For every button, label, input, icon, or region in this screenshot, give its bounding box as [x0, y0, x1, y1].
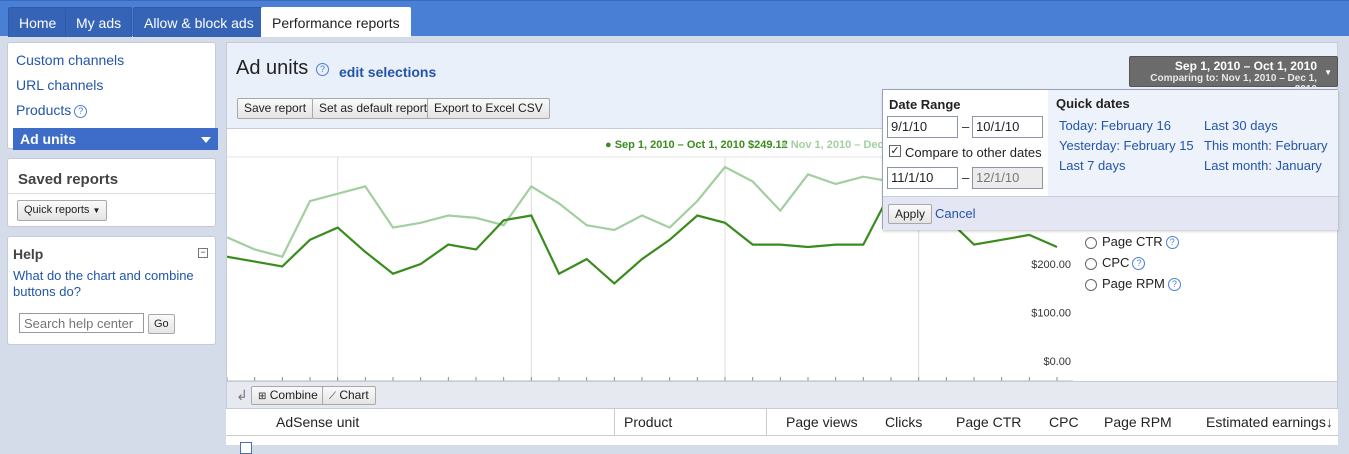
help-icon[interactable]: ?: [1132, 257, 1146, 271]
saved-reports-title: Saved reports: [18, 171, 119, 188]
tab-allow-block-ads[interactable]: Allow & block ads: [133, 7, 265, 37]
quick-dates-section: Quick dates Today: February 16 Yesterday…: [1048, 90, 1338, 196]
save-report-button[interactable]: Save report: [237, 98, 314, 119]
combine-label: Combine: [269, 388, 318, 402]
metric-page-rpm[interactable]: Page RPM?: [1085, 276, 1181, 292]
set-default-report-button[interactable]: Set as default report: [312, 98, 435, 119]
radio-button[interactable]: [1085, 257, 1097, 270]
tab-my-ads[interactable]: My ads: [65, 7, 133, 37]
legend-item-primary: ● Sep 1, 2010 – Oct 1, 2010 $249.12: [605, 139, 788, 151]
help-icon[interactable]: ?: [1167, 278, 1181, 292]
date-range-main: Sep 1, 2010 – Oct 1, 2010: [1174, 59, 1317, 73]
date-dash: –: [962, 119, 970, 134]
date-range-section: Date Range 9/1/10 – 10/1/10 ✓ Compare to…: [883, 90, 1048, 196]
help-icon[interactable]: ?: [1165, 236, 1179, 250]
chart-label: Chart: [339, 388, 369, 402]
column-header-page-ctr[interactable]: Page CTR: [956, 414, 1021, 430]
date-dash: –: [962, 170, 970, 185]
end-date-input[interactable]: 10/1/10: [972, 116, 1043, 138]
combine-icon: ⊞: [258, 391, 267, 402]
chevron-down-icon: [201, 137, 211, 143]
date-range-selector[interactable]: Sep 1, 2010 – Oct 1, 2010 Comparing to: …: [1129, 56, 1338, 95]
sidebar-item-url-channels[interactable]: URL channels: [16, 77, 103, 93]
column-header-page-views[interactable]: Page views: [786, 414, 858, 430]
compare-checkbox[interactable]: ✓: [889, 145, 901, 157]
quick-date-last-month[interactable]: Last month: January: [1204, 158, 1322, 173]
help-link[interactable]: What do the chart and combine buttons do…: [13, 268, 208, 300]
sidebar-item-label: Ad units: [20, 131, 76, 147]
edit-selections-link[interactable]: edit selections: [339, 64, 436, 80]
sidebar-item-label: Products: [16, 102, 72, 118]
quick-date-this-month[interactable]: This month: February: [1204, 138, 1328, 153]
start-date-input[interactable]: 9/1/10: [887, 116, 958, 138]
divider: [614, 409, 615, 436]
compare-label: Compare to other dates: [905, 145, 1042, 160]
chart-button[interactable]: ⟋ Chart: [322, 386, 376, 405]
column-header-label: Estimated earnings: [1206, 414, 1326, 430]
combine-button[interactable]: ⊞ Combine: [251, 386, 325, 405]
quick-date-yesterday[interactable]: Yesterday: February 15: [1059, 138, 1194, 153]
date-range-title: Date Range: [889, 97, 961, 112]
sidebar-item-products[interactable]: Products?: [16, 102, 88, 118]
radio-button[interactable]: [1085, 278, 1097, 291]
metric-selector: Page CTR? CPC? Page RPM?: [1073, 229, 1337, 381]
compare-start-input[interactable]: 11/1/10: [887, 167, 958, 189]
quick-date-last-7-days[interactable]: Last 7 days: [1059, 158, 1126, 173]
table-toolbar: ↲ ⊞ Combine ⟋ Chart: [227, 381, 1337, 409]
column-header-adsense-unit[interactable]: AdSense unit: [276, 414, 359, 430]
help-icon[interactable]: ?: [74, 104, 88, 118]
quick-dates-title: Quick dates: [1056, 96, 1130, 111]
quick-reports-dropdown[interactable]: Quick reports ▼: [17, 200, 108, 221]
metric-page-ctr[interactable]: Page CTR?: [1085, 234, 1179, 250]
collapse-arrow-icon[interactable]: ↲: [236, 387, 248, 404]
column-header-estimated-earnings[interactable]: Estimated earnings↓: [1206, 414, 1333, 430]
quick-date-last-30-days[interactable]: Last 30 days: [1204, 118, 1278, 133]
row-checkbox[interactable]: [240, 442, 252, 454]
help-search-input[interactable]: [19, 313, 144, 333]
radio-button[interactable]: [1085, 236, 1097, 249]
metric-label: Page CTR: [1102, 234, 1163, 249]
divider: [8, 193, 215, 194]
y-tick-label: $100.00: [1031, 308, 1071, 320]
legend-item-compare: ● Nov 1, 2010 – Dec: [781, 139, 884, 151]
table-header-row: AdSense unit Product Page views Clicks P…: [226, 409, 1338, 436]
cancel-link[interactable]: Cancel: [935, 206, 975, 221]
chevron-down-icon: ▼: [1324, 68, 1332, 77]
help-go-button[interactable]: Go: [148, 314, 175, 334]
quick-reports-label: Quick reports: [24, 204, 90, 216]
metric-cpc[interactable]: CPC?: [1085, 255, 1146, 271]
chevron-down-icon: ▼: [92, 206, 101, 215]
column-header-page-rpm[interactable]: Page RPM: [1104, 414, 1172, 430]
saved-reports-panel: Saved reports Quick reports ▼: [7, 158, 216, 227]
tab-performance-reports[interactable]: Performance reports: [261, 7, 411, 37]
column-header-clicks[interactable]: Clicks: [885, 414, 922, 430]
collapse-icon[interactable]: −: [198, 248, 208, 258]
sidebar-item-ad-units[interactable]: Ad units: [13, 128, 218, 150]
help-title: Help: [13, 246, 44, 262]
report-table: AdSense unit Product Page views Clicks P…: [226, 408, 1338, 454]
y-tick-label: $200.00: [1031, 259, 1071, 271]
metric-label: Page RPM: [1102, 276, 1165, 291]
y-tick-label: $0.00: [1043, 356, 1071, 368]
column-header-product[interactable]: Product: [624, 414, 672, 430]
quick-date-today[interactable]: Today: February 16: [1059, 118, 1171, 133]
date-popup-footer: Apply Cancel: [883, 196, 1338, 230]
divider: [766, 409, 767, 436]
sidebar-nav-panel: Custom channels URL channels Products? A…: [7, 42, 218, 150]
page-title: Ad units: [236, 57, 309, 79]
apply-button[interactable]: Apply: [888, 204, 933, 224]
help-panel: Help − What do the chart and combine but…: [7, 236, 216, 345]
line-chart-icon: ⟋: [329, 391, 336, 402]
sort-arrow-icon: ↓: [1325, 414, 1333, 430]
metric-label: CPC: [1102, 255, 1130, 270]
tab-home[interactable]: Home: [8, 7, 68, 37]
date-range-popup: Date Range 9/1/10 – 10/1/10 ✓ Compare to…: [882, 89, 1338, 230]
column-header-cpc[interactable]: CPC: [1049, 414, 1079, 430]
compare-end-input[interactable]: 12/1/10: [972, 167, 1043, 189]
help-icon[interactable]: ?: [316, 63, 329, 76]
top-nav-bar: Home My ads Allow & block ads Performanc…: [0, 0, 1349, 37]
export-csv-button[interactable]: Export to Excel CSV: [427, 98, 550, 119]
sidebar-item-custom-channels[interactable]: Custom channels: [16, 52, 124, 68]
